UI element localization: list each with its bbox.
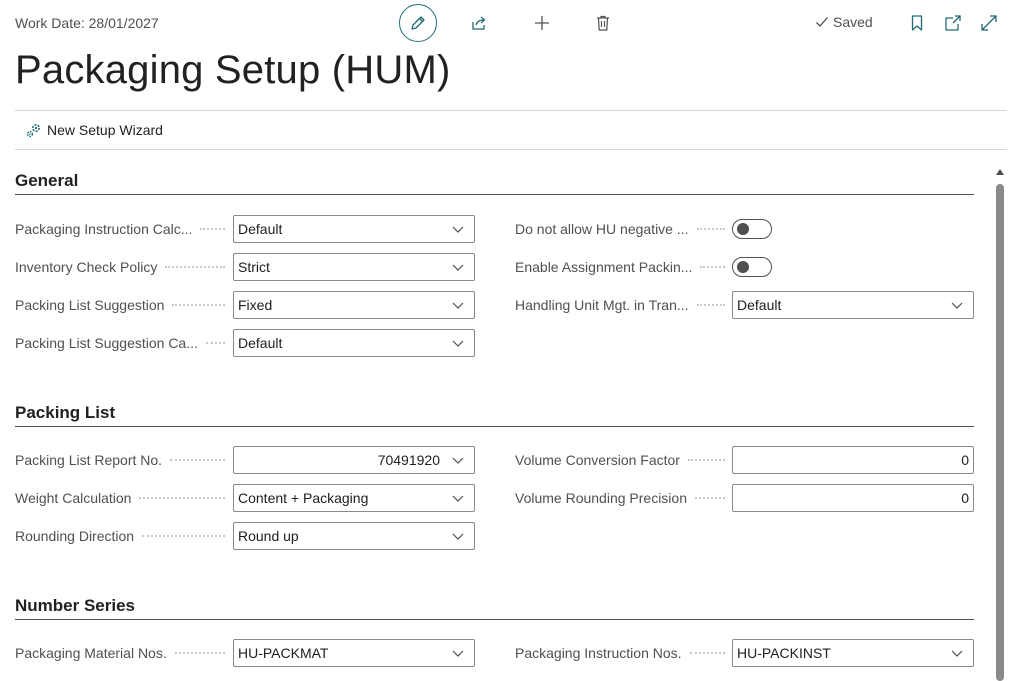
chevron-down-icon [949, 645, 965, 661]
plus-icon [535, 16, 549, 30]
select-value: Fixed [238, 297, 273, 313]
select-value: Content + Packaging [238, 490, 369, 506]
field-handling-unit-mgt: Handling Unit Mgt. in Tran... [515, 291, 733, 319]
toggle-knob [737, 261, 749, 273]
saved-label: Saved [833, 14, 873, 30]
field-label: Rounding Direction [15, 528, 135, 544]
field-label: Packaging Instruction Calc... [15, 221, 193, 237]
field-label: Enable Assignment Packin... [515, 259, 693, 275]
field-do-not-allow-hu-negative: Do not allow HU negative ... [515, 215, 733, 243]
bookmark-button[interactable] [905, 11, 929, 35]
saved-status: Saved [815, 14, 873, 30]
field-label: Weight Calculation [15, 490, 132, 506]
page-title: Packaging Setup (HUM) [15, 48, 451, 92]
select-value: Round up [238, 528, 299, 544]
bookmark-icon [911, 15, 923, 31]
field-label: Packaging Material Nos. [15, 645, 167, 661]
chevron-down-icon [450, 259, 466, 275]
section-divider [15, 619, 974, 620]
field-label: Do not allow HU negative ... [515, 221, 689, 237]
handling-unit-mgt-select[interactable]: Default [732, 291, 974, 319]
scroll-up-arrow[interactable] [996, 169, 1004, 175]
section-title-number-series[interactable]: Number Series [15, 596, 135, 616]
volume-rounding-precision-input[interactable]: 0 [732, 484, 974, 512]
share-button[interactable] [467, 11, 491, 35]
field-label: Handling Unit Mgt. in Tran... [515, 297, 689, 313]
chevron-down-icon [450, 221, 466, 237]
trash-icon [597, 15, 609, 31]
select-value: Default [238, 221, 283, 237]
chevron-down-icon [450, 645, 466, 661]
select-value: Strict [238, 259, 270, 275]
pencil-icon [411, 16, 425, 30]
scroll-thumb[interactable] [996, 184, 1004, 681]
chevron-down-icon [450, 452, 466, 468]
scrollbar[interactable] [995, 165, 1005, 681]
setup-wizard-icon [26, 123, 41, 138]
field-volume-rounding-precision: Volume Rounding Precision [515, 484, 733, 512]
expand-button[interactable] [977, 11, 1001, 35]
inventory-check-policy-select[interactable]: Strict [233, 253, 475, 281]
packaging-material-nos-select[interactable]: HU-PACKMAT [233, 639, 475, 667]
toggle-knob [737, 223, 749, 235]
field-label: Packing List Suggestion Ca... [15, 335, 198, 351]
weight-calculation-select[interactable]: Content + Packaging [233, 484, 475, 512]
action-bar: New Setup Wizard [15, 110, 1007, 150]
field-packaging-material-nos: Packaging Material Nos. [15, 639, 233, 667]
field-packing-list-suggestion: Packing List Suggestion [15, 291, 233, 319]
field-packaging-instruction-calc: Packaging Instruction Calc... [15, 215, 233, 243]
field-packaging-instruction-nos: Packaging Instruction Nos. [515, 639, 733, 667]
chevron-down-icon [450, 528, 466, 544]
chevron-down-icon [450, 490, 466, 506]
field-label: Volume Rounding Precision [515, 490, 687, 506]
field-packing-list-report-no: Packing List Report No. [15, 446, 233, 474]
select-value: Default [737, 297, 782, 313]
field-weight-calculation: Weight Calculation [15, 484, 233, 512]
field-enable-assignment-packing: Enable Assignment Packin... [515, 253, 733, 281]
field-label: Inventory Check Policy [15, 259, 158, 275]
new-setup-wizard-button[interactable]: New Setup Wizard [25, 121, 163, 139]
select-value: 70491920 [377, 452, 440, 468]
enable-assignment-packing-toggle[interactable] [732, 257, 772, 277]
section-divider [15, 426, 974, 427]
packing-list-suggestion-select[interactable]: Fixed [233, 291, 475, 319]
field-label: Packing List Suggestion [15, 297, 165, 313]
section-divider [15, 194, 974, 195]
new-button[interactable] [530, 11, 554, 35]
field-packing-list-suggestion-calc: Packing List Suggestion Ca... [15, 329, 233, 357]
chevron-down-icon [450, 335, 466, 351]
edit-button[interactable] [399, 4, 437, 42]
open-new-window-button[interactable] [941, 11, 965, 35]
section-title-general[interactable]: General [15, 171, 78, 191]
delete-button[interactable] [591, 11, 615, 35]
packing-list-suggestion-calc-select[interactable]: Default [233, 329, 475, 357]
field-volume-conversion-factor: Volume Conversion Factor [515, 446, 733, 474]
rounding-direction-select[interactable]: Round up [233, 522, 475, 550]
field-rounding-direction: Rounding Direction [15, 522, 233, 550]
chevron-down-icon [949, 297, 965, 313]
chevron-down-icon [450, 297, 466, 313]
work-date: Work Date: 28/01/2027 [15, 15, 159, 31]
new-setup-wizard-label: New Setup Wizard [47, 122, 163, 138]
packaging-instruction-calc-select[interactable]: Default [233, 215, 475, 243]
select-value: HU-PACKINST [737, 645, 831, 661]
field-label: Packaging Instruction Nos. [515, 645, 682, 661]
volume-conversion-factor-input[interactable]: 0 [732, 446, 974, 474]
check-icon [816, 17, 828, 27]
packing-list-report-no-select[interactable]: 70491920 [233, 446, 475, 474]
field-label: Volume Conversion Factor [515, 452, 680, 468]
section-title-packing-list[interactable]: Packing List [15, 403, 115, 423]
do-not-allow-hu-negative-toggle[interactable] [732, 219, 772, 239]
field-label: Packing List Report No. [15, 452, 163, 468]
field-inventory-check-policy: Inventory Check Policy [15, 253, 233, 281]
share-icon [472, 16, 486, 30]
select-value: HU-PACKMAT [238, 645, 329, 661]
open-in-new-window-icon [945, 15, 961, 31]
packaging-instruction-nos-select[interactable]: HU-PACKINST [732, 639, 974, 667]
select-value: Default [238, 335, 283, 351]
expand-icon [981, 15, 997, 31]
